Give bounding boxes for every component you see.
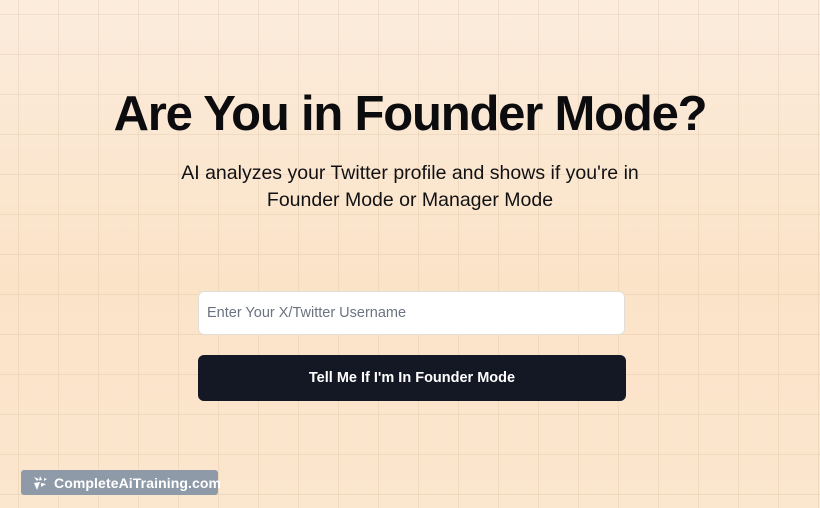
username-input[interactable]: [198, 291, 625, 335]
subtitle-line-2: Founder Mode or Manager Mode: [266, 189, 554, 211]
subtitle-line-1: AI analyzes your Twitter profile and sho…: [181, 162, 639, 184]
sparkle-logo-icon: [31, 474, 49, 492]
watermark-label: CompleteAiTraining.com: [54, 474, 222, 491]
page-subtitle: AI analyzes your Twitter profile and sho…: [150, 160, 670, 214]
watermark-badge[interactable]: CompleteAiTraining.com: [21, 470, 222, 495]
page: Are You in Founder Mode? AI analyzes you…: [0, 0, 820, 508]
founder-mode-submit-button[interactable]: Tell Me If I'm In Founder Mode: [198, 355, 626, 401]
page-title: Are You in Founder Mode?: [113, 87, 708, 141]
